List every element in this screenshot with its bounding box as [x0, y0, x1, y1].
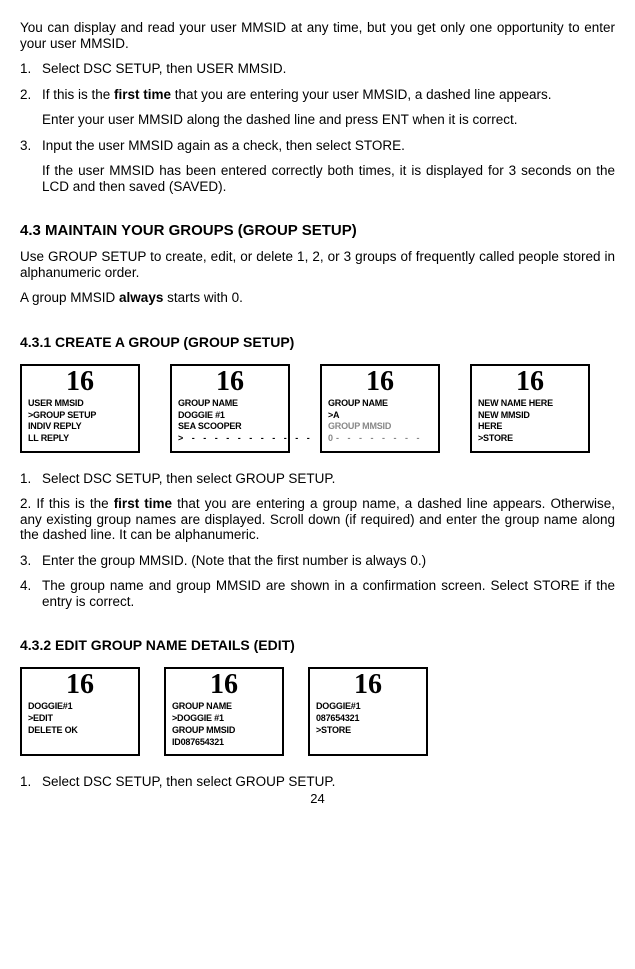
- lcd-line: NEW MMSID: [478, 410, 582, 422]
- step-number: 1.: [20, 774, 31, 790]
- lcd-line: SEA SCOOPER: [178, 421, 282, 433]
- heading-4-3: 4.3 MAINTAIN YOUR GROUPS (GROUP SETUP): [20, 222, 615, 239]
- lcd-line: DOGGIE#1: [28, 701, 132, 713]
- step-text-pre: If this is the: [36, 496, 113, 511]
- lcd-line: DOGGIE #1: [178, 410, 282, 422]
- text-bold: always: [119, 290, 163, 305]
- step-text: Enter the group MMSID. (Note that the fi…: [42, 553, 426, 568]
- step-number: 4.: [20, 578, 31, 594]
- lcd-line: >STORE: [478, 433, 582, 445]
- step-text: Input the user MMSID again as a check, t…: [42, 138, 405, 153]
- step-subparagraph: Enter your user MMSID along the dashed l…: [42, 112, 615, 128]
- step-b3: 3. Enter the group MMSID. (Note that the…: [20, 553, 615, 569]
- lcd-line: GROUP MMSID: [328, 421, 432, 433]
- lcd-channel: 16: [28, 671, 132, 699]
- lcd-channel: 16: [328, 368, 432, 396]
- lcd-screen-b: 16 GROUP NAME >DOGGIE #1 GROUP MMSID ID0…: [164, 667, 284, 756]
- lcd-line: GROUP NAME: [172, 701, 276, 713]
- heading-4-3-1: 4.3.1 CREATE A GROUP (GROUP SETUP): [20, 334, 615, 350]
- step-number-inline: 2.: [20, 496, 36, 511]
- steps-list-a: 1. Select DSC SETUP, then USER MMSID. 2.…: [20, 61, 615, 194]
- lcd-line: INDIV REPLY: [28, 421, 132, 433]
- step-b2: 2. If this is the first time that you ar…: [20, 496, 615, 543]
- text-pre: A group MMSID: [20, 290, 119, 305]
- step-number: 1.: [20, 61, 31, 77]
- step-number: 3.: [20, 553, 31, 569]
- screens-row-1: 16 USER MMSID >GROUP SETUP INDIV REPLY L…: [20, 364, 615, 453]
- steps-list-c: 1. Select DSC SETUP, then select GROUP S…: [20, 774, 615, 790]
- lcd-channel: 16: [172, 671, 276, 699]
- lcd-channel: 16: [178, 368, 282, 396]
- step-b4: 4. The group name and group MMSID are sh…: [20, 578, 615, 609]
- lcd-line: GROUP MMSID: [172, 725, 276, 737]
- lcd-line: HERE: [478, 421, 582, 433]
- step-subparagraph: If the user MMSID has been entered corre…: [42, 163, 615, 194]
- lcd-screen-c: 16 DOGGIE#1 087654321 >STORE: [308, 667, 428, 756]
- text-post: starts with 0.: [163, 290, 243, 305]
- lcd-channel: 16: [478, 368, 582, 396]
- lcd-line: >EDIT: [28, 713, 132, 725]
- lcd-line: >STORE: [316, 725, 420, 737]
- step-text-bold: first time: [114, 496, 172, 511]
- lcd-line: 0- - - - - - - -: [328, 433, 432, 445]
- lcd-screen-a: 16 USER MMSID >GROUP SETUP INDIV REPLY L…: [20, 364, 140, 453]
- lcd-line: NEW NAME HERE: [478, 398, 582, 410]
- lcd-screen-c: 16 GROUP NAME >A GROUP MMSID 0- - - - - …: [320, 364, 440, 453]
- step-text: Select DSC SETUP, then select GROUP SETU…: [42, 471, 335, 486]
- lcd-line: DELETE OK: [28, 725, 132, 737]
- screens-row-2: 16 DOGGIE#1 >EDIT DELETE OK 16 GROUP NAM…: [20, 667, 615, 756]
- page-number: 24: [20, 792, 615, 807]
- step-number: 3.: [20, 138, 31, 154]
- lcd-line: > - - - - - - - - - - -: [178, 433, 282, 445]
- step-text-bold: first time: [114, 87, 171, 102]
- lcd-line: 087654321: [316, 713, 420, 725]
- step-number: 1.: [20, 471, 31, 487]
- step-text-post: that you are entering your user MMSID, a…: [171, 87, 551, 102]
- paragraph-4-3b: A group MMSID always starts with 0.: [20, 290, 615, 306]
- step-text: Select DSC SETUP, then USER MMSID.: [42, 61, 286, 76]
- lcd-line: >DOGGIE #1: [172, 713, 276, 725]
- lcd-line: USER MMSID: [28, 398, 132, 410]
- paragraph-4-3a: Use GROUP SETUP to create, edit, or dele…: [20, 249, 615, 280]
- lcd-channel: 16: [28, 368, 132, 396]
- step-c1: 1. Select DSC SETUP, then select GROUP S…: [20, 774, 615, 790]
- step-a3: 3. Input the user MMSID again as a check…: [20, 138, 615, 195]
- steps-list-b: 1. Select DSC SETUP, then select GROUP S…: [20, 471, 615, 610]
- lcd-screen-b: 16 GROUP NAME DOGGIE #1 SEA SCOOPER > - …: [170, 364, 290, 453]
- lcd-screen-a: 16 DOGGIE#1 >EDIT DELETE OK: [20, 667, 140, 756]
- lcd-line: DOGGIE#1: [316, 701, 420, 713]
- heading-4-3-2: 4.3.2 EDIT GROUP NAME DETAILS (EDIT): [20, 637, 615, 653]
- lcd-screen-d: 16 NEW NAME HERE NEW MMSID HERE >STORE: [470, 364, 590, 453]
- step-text-pre: If this is the: [42, 87, 114, 102]
- step-a2: 2. If this is the first time that you ar…: [20, 87, 615, 128]
- step-number: 2.: [20, 87, 31, 103]
- lcd-line: >GROUP SETUP: [28, 410, 132, 422]
- step-a1: 1. Select DSC SETUP, then USER MMSID.: [20, 61, 615, 77]
- lcd-line: LL REPLY: [28, 433, 132, 445]
- lcd-channel: 16: [316, 671, 420, 699]
- intro-paragraph: You can display and read your user MMSID…: [20, 20, 615, 51]
- lcd-line: GROUP NAME: [178, 398, 282, 410]
- lcd-line: >A: [328, 410, 432, 422]
- lcd-line: GROUP NAME: [328, 398, 432, 410]
- step-b1: 1. Select DSC SETUP, then select GROUP S…: [20, 471, 615, 487]
- step-text: The group name and group MMSID are shown…: [42, 578, 615, 609]
- lcd-line: ID087654321: [172, 737, 276, 749]
- step-text: Select DSC SETUP, then select GROUP SETU…: [42, 774, 335, 789]
